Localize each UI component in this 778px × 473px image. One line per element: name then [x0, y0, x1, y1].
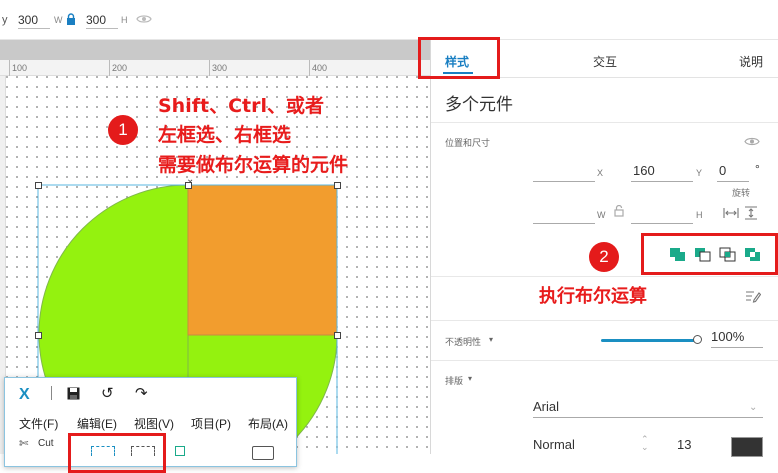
- x-position-input[interactable]: 160: [631, 162, 693, 182]
- menu-view[interactable]: 视图(V): [134, 415, 174, 432]
- width-label: W: [54, 15, 63, 25]
- chevron-down-icon: ⌄: [749, 402, 758, 413]
- height-input[interactable]: 300: [86, 13, 118, 29]
- resize-handle-ml[interactable]: [35, 332, 42, 339]
- typography-label: 排版: [445, 376, 464, 386]
- edit-style-icon[interactable]: [745, 289, 762, 306]
- toolbar-prefix-label: y: [2, 14, 8, 26]
- width-input[interactable]: 300: [18, 13, 50, 29]
- opacity-input[interactable]: 100%: [711, 328, 763, 348]
- unlock-icon[interactable]: [614, 204, 624, 220]
- tab-interaction[interactable]: 交互: [593, 53, 617, 70]
- ruler-top-bar: [0, 40, 430, 60]
- divider: [431, 320, 778, 321]
- ruler-label: 200: [112, 63, 128, 73]
- toolbar-divider: [51, 386, 52, 400]
- stepper-icon[interactable]: ⌃ ⌄: [641, 435, 649, 452]
- w-label: W: [597, 210, 606, 220]
- step1-line3: 需要做布尔运算的元件: [158, 154, 349, 176]
- ruler-tick: [109, 60, 110, 76]
- fit-height-icon[interactable]: [744, 206, 758, 223]
- save-icon[interactable]: [67, 387, 80, 403]
- undo-icon[interactable]: ↺: [101, 384, 114, 402]
- y-input[interactable]: 0: [717, 162, 749, 182]
- exclude-icon[interactable]: [744, 247, 761, 265]
- toolbar-badge[interactable]: [252, 446, 274, 460]
- step2-label: 执行布尔运算: [539, 286, 647, 307]
- step2-badge: 2: [589, 242, 619, 272]
- lock-icon[interactable]: [66, 13, 76, 29]
- opacity-caret-icon[interactable]: ▾: [489, 335, 493, 344]
- connect-mode-icon[interactable]: [131, 446, 155, 456]
- position-size-label: 位置和尺寸: [445, 138, 491, 148]
- menu-layout[interactable]: 布局(A): [248, 415, 288, 432]
- opacity-label: 不透明性: [445, 337, 482, 347]
- menu-edit[interactable]: 编辑(E): [77, 415, 117, 432]
- divider: [431, 276, 778, 277]
- checkbox-icon[interactable]: [175, 446, 185, 456]
- typography-caret-icon[interactable]: ▾: [468, 374, 472, 383]
- opacity-slider-track[interactable]: [601, 339, 697, 342]
- top-toolbar: y 300 W 300 H: [0, 0, 778, 40]
- text-color-swatch[interactable]: [731, 437, 763, 457]
- rotation-label: 旋转: [732, 188, 751, 198]
- ruler-horizontal: 100 200 300 400: [0, 60, 430, 76]
- tab-notes[interactable]: 说明: [739, 53, 763, 70]
- step1-badge: 1: [108, 115, 138, 145]
- scissors-icon[interactable]: ✄: [19, 437, 28, 450]
- step1-line1: Shift、Ctrl、或者: [158, 95, 324, 117]
- width-field[interactable]: [533, 204, 595, 224]
- ruler-tick: [309, 60, 310, 76]
- resize-handle-tl[interactable]: [35, 182, 42, 189]
- union-icon[interactable]: [669, 247, 686, 265]
- x-label: X: [597, 168, 604, 178]
- ruler-label: 100: [12, 63, 28, 73]
- step1-line2: 左框选、右框选: [158, 124, 292, 146]
- fit-width-icon[interactable]: [723, 207, 739, 222]
- degree-symbol: °: [755, 162, 760, 176]
- visibility-eye-icon[interactable]: [744, 136, 760, 150]
- style-tab-highlight: [418, 37, 500, 79]
- redo-icon[interactable]: ↷: [135, 384, 148, 402]
- menu-project[interactable]: 项目(P): [191, 415, 231, 432]
- ruler-label: 400: [312, 63, 328, 73]
- font-size-input[interactable]: 13: [677, 437, 691, 452]
- inspector-panel: 样式 交互 说明 多个元件 位置和尺寸 X 160 Y 0 ° 旋转 W H 2…: [418, 37, 778, 457]
- y-label: Y: [696, 168, 703, 178]
- opacity-slider-thumb[interactable]: [693, 335, 702, 344]
- font-family-select[interactable]: Arial: [533, 398, 763, 418]
- divider: [431, 360, 778, 361]
- orange-square-shape: [187, 184, 338, 336]
- eye-icon[interactable]: [136, 13, 152, 28]
- font-weight-select[interactable]: Normal: [533, 437, 575, 452]
- h-label: H: [696, 210, 703, 220]
- x-input[interactable]: [533, 162, 595, 182]
- divider: [431, 122, 778, 123]
- height-field[interactable]: [631, 204, 693, 224]
- height-label: H: [121, 15, 128, 25]
- ruler-tick: [9, 60, 10, 76]
- intersect-icon[interactable]: [719, 247, 736, 265]
- resize-handle-mr[interactable]: [334, 332, 341, 339]
- cut-label[interactable]: Cut: [38, 438, 54, 449]
- select-mode-icon[interactable]: [91, 446, 115, 456]
- menu-file[interactable]: 文件(F): [19, 415, 58, 432]
- selection-title: 多个元件: [445, 95, 513, 114]
- app-logo: X: [19, 386, 30, 403]
- ruler-tick: [209, 60, 210, 76]
- resize-handle-tr[interactable]: [334, 182, 341, 189]
- ruler-label: 300: [212, 63, 228, 73]
- subtract-icon[interactable]: [694, 247, 711, 265]
